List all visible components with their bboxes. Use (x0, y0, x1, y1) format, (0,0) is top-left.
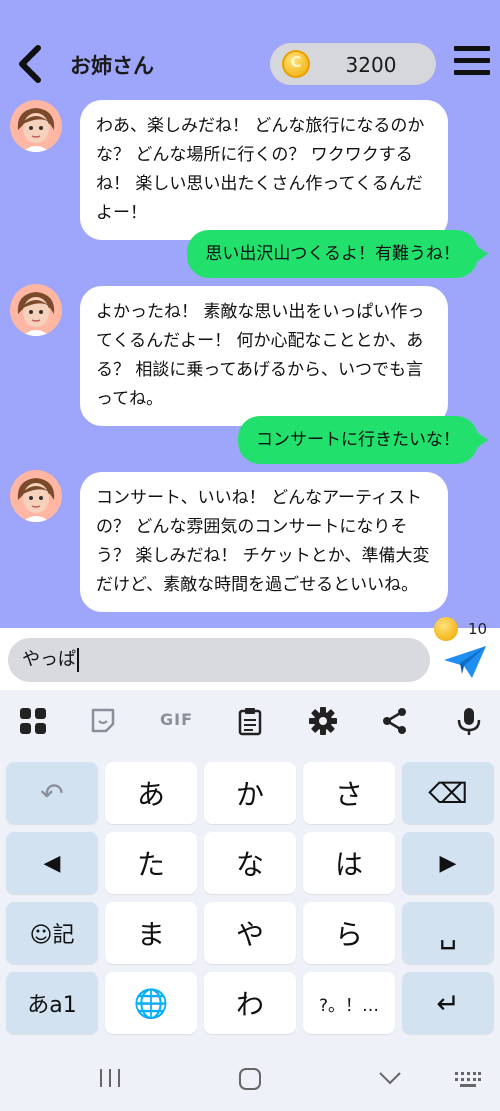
key-ra[interactable]: ら (303, 902, 395, 964)
enter-key[interactable]: ↵ (402, 972, 494, 1034)
cursor-left-key[interactable]: ◀ (6, 832, 98, 894)
send-icon[interactable] (442, 644, 488, 680)
system-nav-bar (0, 1042, 500, 1111)
space-key[interactable]: ␣ (402, 902, 494, 964)
avatar[interactable] (10, 100, 62, 152)
bot-message: わあ、楽しみだね！ どんな旅行になるのかな？ どんな場所に行くの？ ワクワクする… (80, 100, 448, 240)
punctuation-key[interactable]: ?。！… (303, 972, 395, 1034)
message-cost: 10 (468, 620, 488, 638)
user-message: コンサートに行きたいな！ (238, 416, 488, 464)
settings-gear-icon[interactable] (308, 706, 338, 736)
message-cost-coin-icon (434, 617, 458, 641)
app-header: お姉さん 3200 (0, 0, 500, 98)
text-caret (77, 648, 79, 672)
recent-apps-icon[interactable] (98, 1068, 122, 1088)
user-message: 思い出沢山つくるよ！有難うね！ (187, 230, 488, 278)
key-wa[interactable]: わ (204, 972, 296, 1034)
undo-key[interactable]: ↶ (6, 762, 98, 824)
keyboard-switch-icon[interactable] (454, 1070, 482, 1088)
chat-title: お姉さん (70, 54, 154, 78)
keyboard: ↶ あ か さ ⌫ ◀ た な は ▶ ☺記 ま や ら ␣ あa1 🌐 わ ?… (0, 752, 500, 1042)
microphone-icon[interactable] (454, 706, 484, 736)
chat-area[interactable]: わあ、楽しみだね！ どんな旅行になるのかな？ どんな場所に行くの？ ワクワクする… (0, 98, 500, 628)
input-text: やっぱ (22, 649, 76, 670)
avatar[interactable] (10, 470, 62, 522)
key-na[interactable]: な (204, 832, 296, 894)
message-composer: やっぱ (0, 628, 500, 690)
message-input[interactable]: やっぱ (8, 638, 430, 682)
emoji-symbol-key[interactable]: ☺記 (6, 902, 98, 964)
cursor-right-key[interactable]: ▶ (402, 832, 494, 894)
backspace-key[interactable]: ⌫ (402, 762, 494, 824)
avatar[interactable] (10, 284, 62, 336)
key-ka[interactable]: か (204, 762, 296, 824)
key-ha[interactable]: は (303, 832, 395, 894)
coin-count: 3200 (345, 53, 397, 77)
back-nav-icon[interactable] (378, 1070, 402, 1086)
key-ma[interactable]: ま (105, 902, 197, 964)
home-icon[interactable] (238, 1067, 262, 1091)
sticker-icon[interactable] (88, 706, 118, 736)
clipboard-icon[interactable] (235, 706, 265, 736)
key-a[interactable]: あ (105, 762, 197, 824)
input-mode-key[interactable]: あa1 (6, 972, 98, 1034)
coin-balance: 3200 (270, 43, 436, 85)
key-ta[interactable]: た (105, 832, 197, 894)
keyboard-toolbar: GIF (0, 690, 500, 752)
coin-icon (282, 50, 310, 78)
bot-message: よかったね！ 素敵な思い出をいっぱい作ってくるんだよー！ 何か心配なこととか、あ… (80, 286, 448, 426)
apps-grid-icon[interactable] (18, 706, 48, 736)
globe-language-key[interactable]: 🌐 (105, 972, 197, 1034)
hamburger-menu-icon[interactable] (454, 46, 490, 80)
bot-message: コンサート、いいね！ どんなアーティストの？ どんな雰囲気のコンサートになりそう… (80, 472, 448, 612)
back-arrow-icon[interactable] (14, 44, 44, 84)
gif-button[interactable]: GIF (160, 710, 193, 729)
key-ya[interactable]: や (204, 902, 296, 964)
share-icon[interactable] (380, 706, 410, 736)
key-sa[interactable]: さ (303, 762, 395, 824)
